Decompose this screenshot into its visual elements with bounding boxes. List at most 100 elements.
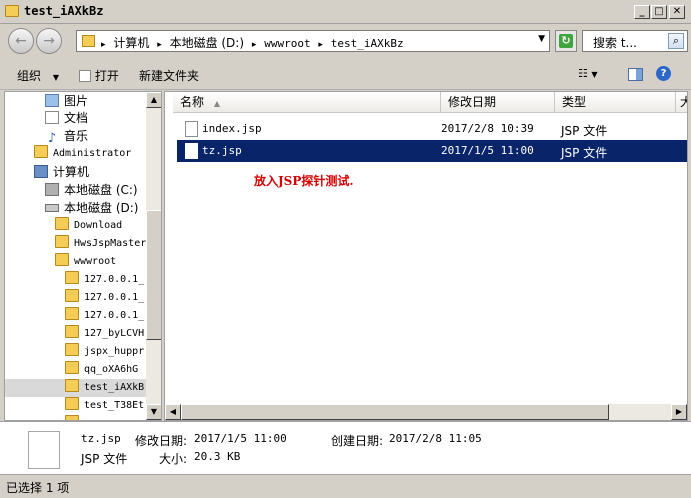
file-row-selected[interactable]: tz.jsp 2017/1/5 11:00 JSP 文件	[177, 140, 687, 162]
details-size-value: 20.3 KB	[194, 450, 241, 463]
column-header-name[interactable]: 名称 ▲	[173, 92, 441, 113]
jsp-file-icon	[185, 121, 198, 137]
search-box[interactable]: 搜索 t... ⌕	[582, 30, 688, 52]
breadcrumb-drive-d[interactable]: 本地磁盘 (D:)	[170, 36, 244, 50]
nav-item-wwwroot[interactable]: wwwroot	[55, 253, 116, 271]
column-label: 名称	[180, 95, 205, 109]
status-text: 已选择 1 项	[6, 481, 70, 495]
search-icon[interactable]: ⌕	[668, 33, 684, 49]
refresh-icon: ↻	[559, 34, 573, 48]
close-button[interactable]: ✕	[669, 5, 685, 19]
organize-menu[interactable]: 组织 ▼	[17, 67, 59, 84]
nav-label: 计算机	[53, 165, 90, 179]
nav-item-computer[interactable]: 计算机	[34, 163, 89, 181]
nav-item-folder[interactable]: 127_byLCVH	[65, 325, 144, 343]
folder-icon	[65, 325, 79, 338]
folder-icon	[65, 271, 79, 284]
breadcrumb-wwwroot[interactable]: wwwroot	[264, 37, 310, 50]
nav-item-folder[interactable]: test_T38Et	[65, 397, 144, 415]
nav-item-drive-d[interactable]: 本地磁盘 (D:)	[45, 199, 138, 217]
nav-item-folder[interactable]: jspx_huppr	[65, 343, 144, 361]
nav-item-documents[interactable]: 文档	[45, 109, 88, 127]
search-input[interactable]: 搜索 t...	[593, 34, 637, 51]
sort-up-icon: ▲	[213, 99, 220, 108]
folder-icon	[82, 35, 95, 47]
file-name: tz.jsp	[202, 144, 242, 157]
details-created-value: 2017/2/8 11:05	[389, 432, 482, 445]
nav-scrollbar[interactable]: ▲ ▼	[146, 92, 161, 420]
nav-label: 127.0.0.1_	[84, 274, 145, 285]
column-label: 修改日期	[448, 95, 497, 109]
window-title: test_iAXkBz	[24, 4, 104, 18]
scroll-thumb[interactable]	[146, 210, 161, 340]
folder-icon	[55, 235, 69, 248]
maximize-button[interactable]: □	[651, 5, 667, 19]
drive-icon	[45, 183, 59, 196]
open-label: 打开	[94, 69, 119, 83]
navigation-bar: ← → ▸ 计算机 ▸ 本地磁盘 (D:) ▸ wwwroot ▸ test_i…	[0, 24, 691, 58]
nav-item-administrator[interactable]: Administrator	[34, 145, 131, 163]
nav-label: 图片	[64, 94, 89, 108]
back-button[interactable]: ←	[8, 28, 34, 54]
nav-item-folder[interactable]: 127.0.0.1_	[65, 289, 144, 307]
nav-item-drive-c[interactable]: 本地磁盘 (C:)	[45, 181, 138, 199]
folder-icon	[65, 397, 79, 410]
scroll-right-button[interactable]: ▶	[671, 404, 687, 420]
command-bar: 组织 ▼ 打开 新建文件夹 ☷ ▼ ?	[0, 58, 691, 90]
scroll-thumb[interactable]	[181, 404, 609, 420]
column-header-size[interactable]: 大	[676, 92, 687, 113]
column-header-modified[interactable]: 修改日期	[441, 92, 555, 113]
folder-icon	[65, 379, 79, 392]
chevron-right-icon: ▸	[101, 40, 106, 50]
file-modified: 2017/2/8 10:39	[441, 122, 534, 135]
file-type: JSP 文件	[561, 146, 608, 160]
scroll-up-button[interactable]: ▲	[146, 92, 161, 108]
nav-item-download[interactable]: Download	[55, 217, 122, 235]
documents-icon	[45, 111, 59, 124]
column-label: 大	[680, 95, 687, 109]
nav-item-pictures[interactable]: 图片	[45, 92, 88, 110]
nav-item-folder[interactable]: 127.0.0.1_	[65, 307, 144, 325]
jsp-file-icon	[185, 143, 198, 159]
column-label: 类型	[562, 95, 587, 109]
breadcrumb: ▸ 计算机 ▸ 本地磁盘 (D:) ▸ wwwroot ▸ test_iAXkB…	[101, 34, 408, 51]
organize-label: 组织	[17, 69, 42, 83]
open-button[interactable]: 打开	[79, 67, 119, 84]
folder-icon	[65, 289, 79, 302]
folder-icon	[55, 217, 69, 230]
nav-label: 本地磁盘 (D:)	[64, 201, 139, 215]
nav-item-music[interactable]: ♪ 音乐	[45, 127, 89, 146]
preview-pane-icon[interactable]	[628, 68, 643, 81]
breadcrumb-computer[interactable]: 计算机	[113, 36, 149, 50]
details-modified-label: 修改日期:	[135, 434, 188, 448]
chevron-down-icon[interactable]: ▼	[538, 34, 545, 44]
scroll-left-button[interactable]: ◀	[165, 404, 181, 420]
details-pane: tz.jsp 修改日期: 2017/1/5 11:00 创建日期: 2017/2…	[0, 421, 691, 474]
folder-icon	[65, 307, 79, 320]
scroll-down-button[interactable]: ▼	[146, 404, 161, 420]
nav-label: 127.0.0.1_	[84, 310, 145, 321]
forward-button[interactable]: →	[36, 28, 62, 54]
nav-label: 文档	[64, 111, 89, 125]
nav-label: 音乐	[64, 129, 89, 143]
chevron-right-icon: ▸	[318, 40, 323, 50]
breadcrumb-current[interactable]: test_iAXkBz	[331, 37, 404, 50]
nav-item-hwsjspmaster[interactable]: HwsJspMaster	[55, 235, 146, 253]
file-row[interactable]: index.jsp 2017/2/8 10:39 JSP 文件	[177, 118, 687, 140]
nav-item-current-folder[interactable]: test_iAXkB	[5, 379, 146, 397]
help-icon[interactable]: ?	[656, 66, 671, 81]
nav-item-folder[interactable]: qq_oXA6hG	[65, 361, 138, 379]
file-hscrollbar[interactable]: ◀ ▶	[165, 404, 687, 420]
document-icon	[79, 70, 91, 82]
refresh-button[interactable]: ↻	[555, 30, 577, 52]
view-options-button[interactable]: ☷ ▼	[578, 67, 598, 80]
nav-label: test_T38Et	[84, 400, 145, 411]
folder-icon	[5, 5, 19, 17]
minimize-button[interactable]: _	[634, 5, 650, 19]
address-bar[interactable]: ▸ 计算机 ▸ 本地磁盘 (D:) ▸ wwwroot ▸ test_iAXkB…	[76, 30, 550, 52]
column-header-type[interactable]: 类型	[555, 92, 676, 113]
file-type: JSP 文件	[561, 124, 608, 138]
nav-item-folder[interactable]: 127.0.0.1_	[65, 271, 144, 289]
file-name: index.jsp	[202, 122, 262, 135]
new-folder-button[interactable]: 新建文件夹	[139, 67, 199, 84]
